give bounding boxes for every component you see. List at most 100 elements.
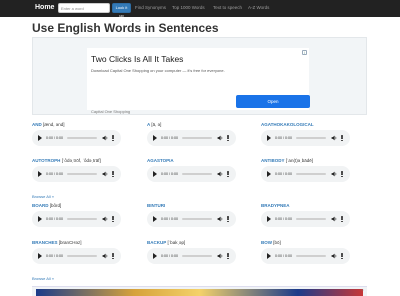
more-vert-icon[interactable]: [227, 135, 229, 142]
bottom-ad-banner[interactable]: ×: [32, 286, 367, 296]
audio-progress-track[interactable]: [182, 173, 212, 175]
browse-all-link[interactable]: Browse All »: [32, 276, 54, 281]
word-link[interactable]: A: [147, 122, 150, 127]
audio-player[interactable]: 0:00 / 0:00: [261, 130, 350, 146]
nav-link-text-to-speech[interactable]: Text to speech: [213, 5, 242, 11]
play-icon[interactable]: [153, 216, 157, 222]
word-phonetic: [ˈôdəˌtrōf, ˈôdəˌträf]: [61, 158, 101, 163]
nav-link-a-z-words[interactable]: A-Z Words: [248, 5, 269, 11]
more-vert-icon[interactable]: [112, 171, 114, 178]
audio-player[interactable]: 0:00 / 0:00: [261, 166, 350, 182]
audio-progress-track[interactable]: [67, 173, 97, 175]
play-icon[interactable]: [267, 135, 271, 141]
audio-player[interactable]: 0:00 / 0:00: [147, 166, 236, 182]
word-link[interactable]: BACKUP: [147, 240, 166, 245]
volume-icon[interactable]: [331, 216, 337, 222]
word-link[interactable]: BOW: [261, 240, 272, 245]
volume-icon[interactable]: [331, 135, 337, 141]
volume-icon[interactable]: [217, 171, 223, 177]
audio-player[interactable]: 0:00 / 0:00: [32, 130, 121, 146]
audio-player[interactable]: 0:00 / 0:00: [261, 248, 350, 264]
word-phonetic: [ˈbakˌəp]: [167, 240, 186, 245]
volume-icon[interactable]: [331, 253, 337, 259]
audio-progress-track[interactable]: [296, 255, 326, 257]
audio-player[interactable]: 0:00 / 0:00: [147, 211, 236, 227]
ad-body-text: Download Capital One Shopping on your co…: [91, 68, 225, 73]
word-link[interactable]: BOARD: [32, 203, 49, 208]
volume-icon[interactable]: [102, 135, 108, 141]
top-navbar: Home Look it up Find Synonyms Top 1000 W…: [0, 0, 400, 18]
volume-icon[interactable]: [102, 216, 108, 222]
nav-link-find-synonyms[interactable]: Find Synonyms: [135, 5, 166, 11]
search-input[interactable]: [58, 3, 110, 13]
more-vert-icon[interactable]: [112, 135, 114, 142]
audio-progress-track[interactable]: [296, 218, 326, 220]
volume-icon[interactable]: [331, 171, 337, 177]
browse-all-link[interactable]: Browse All »: [32, 194, 54, 199]
close-icon[interactable]: ×: [360, 287, 365, 292]
more-vert-icon[interactable]: [341, 171, 343, 178]
audio-time: 0:00 / 0:00: [46, 136, 63, 140]
search-button[interactable]: Look it up: [112, 3, 131, 18]
audio-progress-track[interactable]: [182, 218, 212, 220]
more-vert-icon[interactable]: [112, 253, 114, 260]
more-vert-icon[interactable]: [227, 216, 229, 223]
word-link[interactable]: ANTIBODY: [261, 158, 284, 163]
volume-icon[interactable]: [217, 216, 223, 222]
play-icon[interactable]: [38, 216, 42, 222]
audio-player[interactable]: 0:00 / 0:00: [32, 211, 121, 227]
audio-progress-track[interactable]: [182, 255, 212, 257]
word-link[interactable]: AGASTOPIA: [147, 158, 174, 163]
word-link[interactable]: AND: [32, 122, 42, 127]
word-link[interactable]: BRADYPNEA: [261, 203, 290, 208]
more-vert-icon[interactable]: [227, 171, 229, 178]
audio-player[interactable]: 0:00 / 0:00: [32, 166, 121, 182]
play-icon[interactable]: [153, 135, 157, 141]
play-icon[interactable]: [38, 135, 42, 141]
word-phonetic: [ā, ə]: [151, 122, 162, 127]
audio-time: 0:00 / 0:00: [275, 217, 292, 221]
audio-time: 0:00 / 0:00: [161, 217, 178, 221]
advertisement-banner[interactable]: i Two Clicks Is All It Takes Download Ca…: [32, 37, 367, 115]
nav-link-top-1000-words[interactable]: Top 1000 Words: [172, 5, 205, 11]
adchoices-icon[interactable]: i: [302, 50, 307, 55]
play-icon[interactable]: [267, 216, 271, 222]
word-link[interactable]: AGATHOKAKOLOGICAL: [261, 122, 314, 127]
play-icon[interactable]: [267, 253, 271, 259]
volume-icon[interactable]: [102, 171, 108, 177]
word-link[interactable]: BRANCHES: [32, 240, 58, 245]
audio-player[interactable]: 0:00 / 0:00: [147, 130, 236, 146]
audio-player[interactable]: 0:00 / 0:00: [147, 248, 236, 264]
word-link[interactable]: AUTOTROPH: [32, 158, 60, 163]
more-vert-icon[interactable]: [112, 216, 114, 223]
play-icon[interactable]: [38, 171, 42, 177]
audio-time: 0:00 / 0:00: [46, 217, 63, 221]
more-vert-icon[interactable]: [341, 216, 343, 223]
audio-player[interactable]: 0:00 / 0:00: [261, 211, 350, 227]
audio-player[interactable]: 0:00 / 0:00: [32, 248, 121, 264]
volume-icon[interactable]: [102, 253, 108, 259]
audio-time: 0:00 / 0:00: [161, 136, 178, 140]
more-vert-icon[interactable]: [341, 135, 343, 142]
play-icon[interactable]: [38, 253, 42, 259]
audio-progress-track[interactable]: [67, 137, 97, 139]
audio-time: 0:00 / 0:00: [161, 172, 178, 176]
ad-open-button[interactable]: Open: [236, 95, 310, 108]
audio-progress-track[interactable]: [182, 137, 212, 139]
audio-progress-track[interactable]: [67, 255, 97, 257]
more-vert-icon[interactable]: [341, 253, 343, 260]
nav-home-link[interactable]: Home: [35, 3, 54, 12]
bottom-ad-image[interactable]: [36, 289, 363, 296]
audio-progress-track[interactable]: [67, 218, 97, 220]
audio-progress-track[interactable]: [296, 137, 326, 139]
audio-progress-track[interactable]: [296, 173, 326, 175]
more-vert-icon[interactable]: [227, 253, 229, 260]
play-icon[interactable]: [267, 171, 271, 177]
ad-headline[interactable]: Two Clicks Is All It Takes: [91, 54, 183, 64]
audio-time: 0:00 / 0:00: [275, 254, 292, 258]
play-icon[interactable]: [153, 171, 157, 177]
word-link[interactable]: BINTURI: [147, 203, 165, 208]
play-icon[interactable]: [153, 253, 157, 259]
volume-icon[interactable]: [217, 253, 223, 259]
volume-icon[interactable]: [217, 135, 223, 141]
